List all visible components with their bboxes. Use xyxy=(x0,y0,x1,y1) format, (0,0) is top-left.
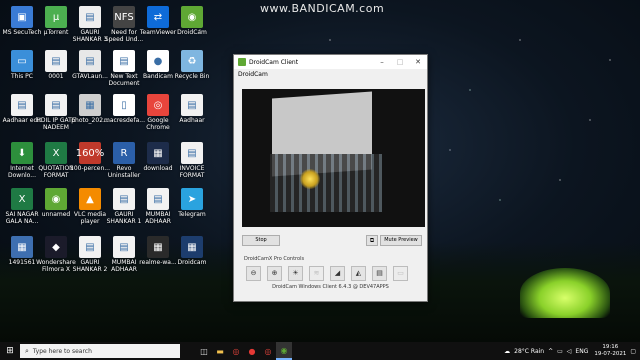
bandicam-icon: ● xyxy=(147,50,169,72)
preview-keyboard xyxy=(270,154,382,212)
excel-icon: X xyxy=(45,142,67,164)
desktop-shortcut[interactable]: ➤ Telegram xyxy=(172,188,212,218)
image-icon: ▦ xyxy=(181,236,203,258)
teamviewer-icon: ⇄ xyxy=(147,6,169,28)
document-icon: ▤ xyxy=(11,94,33,116)
recycle-bin-icon: ♻ xyxy=(181,50,203,72)
chrome-icon: ◎ xyxy=(147,94,169,116)
search-box[interactable]: ⌕ Type here to search xyxy=(20,344,180,358)
clock-time: 19:16 xyxy=(602,344,619,350)
stop-button[interactable]: Stop xyxy=(242,235,280,246)
chrome-taskbar-icon[interactable]: ◎ xyxy=(228,342,244,360)
task-view-icon[interactable]: ◫ xyxy=(196,342,212,360)
utorrent-icon: µ xyxy=(45,6,67,28)
clock-date: 19-07-2021 xyxy=(594,351,627,357)
vlc-icon: ▲ xyxy=(79,188,101,210)
save-image-icon[interactable]: ▤ xyxy=(372,266,387,281)
window-title: DroidCam Client xyxy=(249,58,299,66)
options-icon[interactable]: ▭ xyxy=(393,266,408,281)
document-icon: ▤ xyxy=(181,142,203,164)
bandicam-taskbar-icon[interactable]: ● xyxy=(244,342,260,360)
droidcam-taskbar-icon[interactable]: ◉ xyxy=(276,342,292,360)
desktop-shortcut[interactable]: ▦ Droidcam xyxy=(172,236,212,266)
clock[interactable]: 19:16 19-07-2021 xyxy=(594,344,626,358)
menu-droidcam[interactable]: DroidCam xyxy=(234,69,427,80)
image-icon: 160% xyxy=(76,142,104,164)
droidcam-icon: ◉ xyxy=(181,6,203,28)
text-file-icon: ▤ xyxy=(113,50,135,72)
brightness-icon[interactable]: ☀ xyxy=(288,266,303,281)
weather-icon[interactable]: ☁ xyxy=(504,348,510,355)
search-icon: ⌕ xyxy=(25,346,29,355)
image-icon: ▦ xyxy=(147,236,169,258)
desktop-shortcut-label: Recycle Bin xyxy=(174,73,210,80)
system-tray: ☁ 28°C Rain ^ ▭ ◁ ENG 19:16 19-07-2021 ▢ xyxy=(500,344,640,358)
mirror-icon[interactable]: ◭ xyxy=(351,266,366,281)
chrome-alt-taskbar-icon[interactable]: ◎ xyxy=(260,342,276,360)
image-icon: ▦ xyxy=(11,236,33,258)
desktop-shortcut-label: INVOICE FORMAT xyxy=(179,165,205,179)
bandicam-watermark: www.BANDICAM.com xyxy=(260,2,385,15)
document-icon: ▤ xyxy=(113,188,135,210)
excel-icon: X xyxy=(11,188,33,210)
desktop-shortcut[interactable]: ♻ Recycle Bin xyxy=(172,50,212,80)
autofocus-icon[interactable]: ◢ xyxy=(330,266,345,281)
file-icon: ▯ xyxy=(113,94,135,116)
document-icon: ▤ xyxy=(181,94,203,116)
document-icon: ▤ xyxy=(147,188,169,210)
gtav-icon: ▤ xyxy=(79,50,101,72)
revo-icon: R xyxy=(113,142,135,164)
search-placeholder: Type here to search xyxy=(32,347,92,355)
maximize-icon[interactable]: □ xyxy=(391,58,409,66)
copy-icon[interactable]: ⧉ xyxy=(366,235,378,246)
document-icon: ▤ xyxy=(45,94,67,116)
filmora-icon: ◆ xyxy=(45,236,67,258)
idm-icon: ⬇ xyxy=(11,142,33,164)
volume-icon[interactable]: ◁ xyxy=(567,348,572,355)
document-icon: ▤ xyxy=(79,6,101,28)
desktop-shortcut[interactable]: ◉ DroidCam xyxy=(172,6,212,36)
mute-preview-button[interactable]: Mute Preview xyxy=(380,235,422,246)
document-icon: ▤ xyxy=(79,236,101,258)
image-icon: ▦ xyxy=(147,142,169,164)
file-explorer-icon[interactable]: ▬ xyxy=(212,342,228,360)
weather-text[interactable]: 28°C Rain xyxy=(514,348,544,355)
preview-light xyxy=(300,169,320,189)
notification-icon[interactable]: ▢ xyxy=(630,348,636,355)
droidcam-window: DroidCam Client – □ ✕ DroidCam Stop ⧉ Mu… xyxy=(233,54,428,302)
pro-controls-label: DroidCamX Pro Controls xyxy=(244,256,305,262)
wallpaper-glowing-tent xyxy=(520,268,610,318)
taskbar: ⊞ ⌕ Type here to search ◫ ▬ ◎ ● ◎ ◉ ☁ 28… xyxy=(0,342,640,360)
computer-icon: ▭ xyxy=(11,50,33,72)
droidcam-titlebar[interactable]: DroidCam Client – □ ✕ xyxy=(234,55,427,69)
zoom-in-icon[interactable]: ⊕ xyxy=(267,266,282,281)
game-icon: NFS xyxy=(113,6,135,28)
tray-chevron-icon[interactable]: ^ xyxy=(548,348,553,355)
droidcam-app-icon xyxy=(238,58,246,66)
close-icon[interactable]: ✕ xyxy=(409,58,427,66)
telegram-icon: ➤ xyxy=(181,188,203,210)
document-icon: ▤ xyxy=(113,236,135,258)
language-indicator[interactable]: ENG xyxy=(575,348,588,355)
image-icon: ▤ xyxy=(45,50,67,72)
desktop-shortcut[interactable]: ▤ INVOICE FORMAT xyxy=(172,142,212,179)
windows-start-icon[interactable]: ⊞ xyxy=(0,342,20,360)
version-text: DroidCam Windows Client 6.4.3 @ DEV47APP… xyxy=(272,284,389,290)
desktop-shortcut-label: Droidcam xyxy=(177,259,207,266)
ms-secutech-icon: ▣ xyxy=(11,6,33,28)
zoom-out-icon[interactable]: ⊖ xyxy=(246,266,261,281)
droidcam-icon: ◉ xyxy=(45,188,67,210)
photo-icon: ▦ xyxy=(79,94,101,116)
flash-icon[interactable]: ≋ xyxy=(309,266,324,281)
desktop-shortcut[interactable]: ▤ Aadhaar xyxy=(172,94,212,124)
desktop-shortcut-label: DroidCam xyxy=(177,29,207,36)
minimize-icon[interactable]: – xyxy=(373,58,391,66)
network-icon[interactable]: ▭ xyxy=(557,348,563,355)
desktop-shortcut-label: Telegram xyxy=(178,211,206,218)
camera-preview xyxy=(242,89,425,227)
desktop-shortcut-label: Aadhaar xyxy=(179,117,205,124)
